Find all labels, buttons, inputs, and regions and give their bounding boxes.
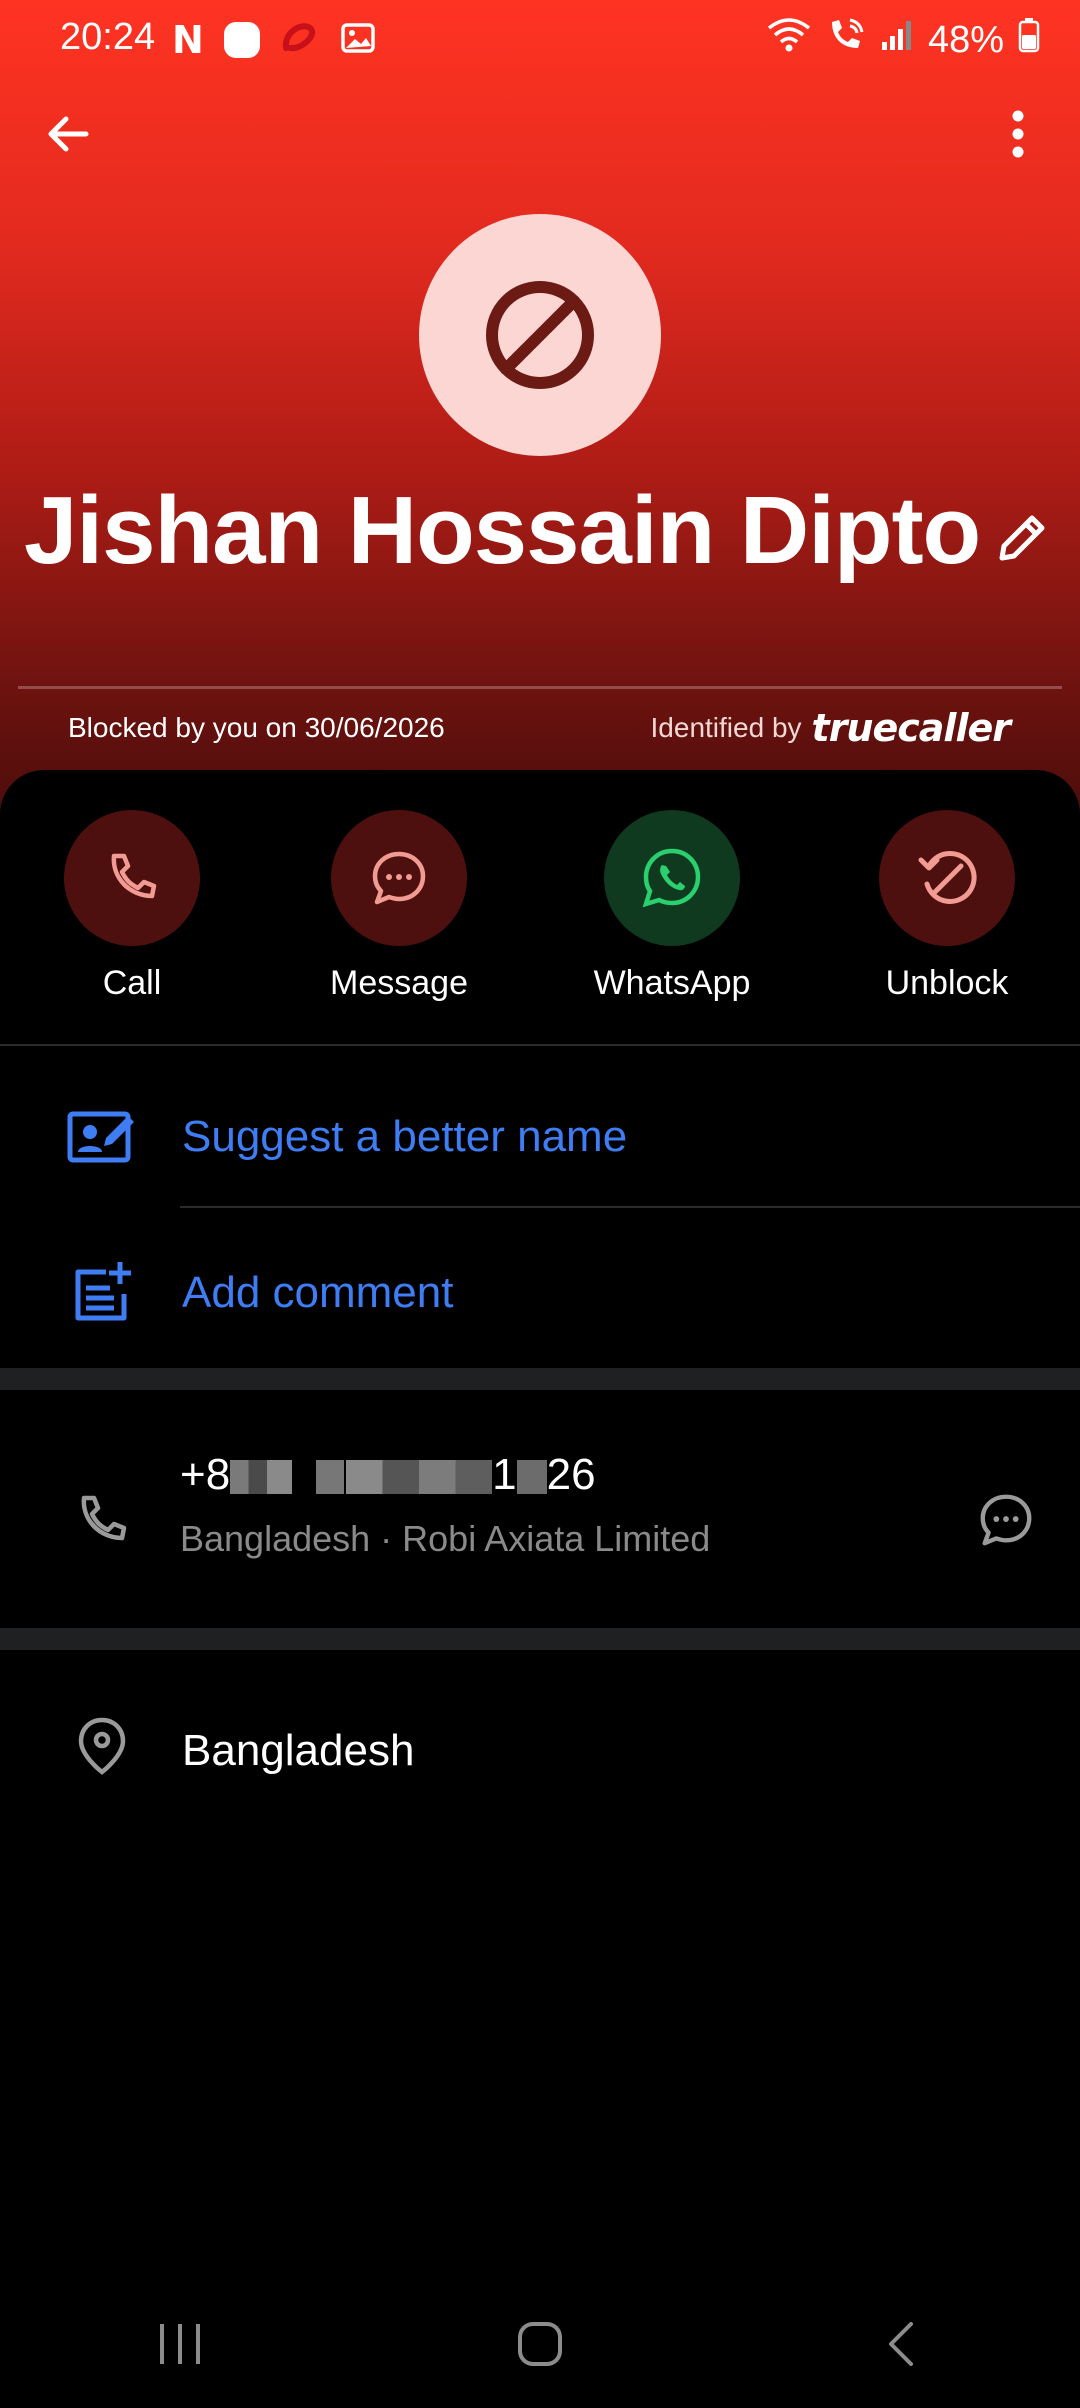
contact-details-sheet: Call Message WhatsApp Unblock Suggest a … [0, 770, 1080, 2408]
redacted-digits [230, 1460, 293, 1495]
message-action-circle[interactable] [331, 810, 467, 946]
whatsapp-action-circle[interactable] [604, 810, 740, 946]
airtel-icon [280, 20, 320, 61]
phone-row[interactable]: +8 1 26 Bangladesh · Robi Axiata Limited [0, 1450, 1080, 1600]
contact-card-edit-icon [67, 1111, 134, 1163]
blocked-info: Blocked by you on 30/06/2026 [68, 712, 445, 743]
back-nav-button[interactable] [840, 2294, 960, 2394]
call-action[interactable]: Call [22, 810, 242, 1003]
location-text: Bangladesh [182, 1726, 415, 1775]
notification-icons: N [172, 18, 376, 62]
add-comment-row[interactable]: Add comment [0, 1226, 1080, 1356]
location-row: Bangladesh [0, 1696, 1080, 1816]
phone-icon [111, 853, 157, 899]
status-time: 20:24 [60, 16, 156, 58]
phone-number[interactable]: +8 1 26 [180, 1450, 596, 1500]
phone-number-suffix: 26 [546, 1450, 596, 1499]
wifi-icon [766, 16, 812, 64]
phone-number-middle: 1 [492, 1450, 517, 1499]
unblock-action[interactable]: Unblock [837, 810, 1057, 1003]
message-label: Message [330, 964, 468, 1002]
actions-divider [0, 1044, 1080, 1046]
back-arrow-icon [48, 116, 89, 152]
recents-icon [160, 2324, 200, 2364]
name-row: Jishan Hossain Dipto [0, 470, 1080, 600]
wifi-call-icon [826, 16, 866, 64]
send-message-button[interactable] [966, 1480, 1046, 1560]
chat-bubble-icon [980, 1494, 1032, 1546]
battery-text: 48% [927, 18, 1004, 61]
whatsapp-action[interactable]: WhatsApp [562, 810, 782, 1003]
carrier-info: Bangladesh · Robi Axiata Limited [180, 1518, 711, 1559]
identified-by: Identified by truecaller [650, 706, 1011, 750]
location-pin-icon [78, 1717, 126, 1775]
header-divider [18, 686, 1062, 689]
whatsapp-icon [642, 848, 701, 908]
redacted-digits [516, 1460, 547, 1495]
unblock-label: Unblock [885, 964, 1009, 1002]
pencil-icon [999, 515, 1045, 561]
more-vert-icon [1012, 110, 1024, 158]
action-row: Call Message WhatsApp Unblock [0, 810, 1080, 1003]
redacted-digits [346, 1460, 493, 1495]
phone-number-prefix: +8 [180, 1450, 231, 1499]
home-icon [518, 2322, 562, 2366]
back-chevron-icon [889, 2322, 913, 2366]
unblock-icon [918, 851, 977, 904]
more-options-button[interactable] [978, 94, 1058, 174]
add-comment-icon-wrap [62, 1252, 142, 1332]
redacted-digits [316, 1460, 345, 1495]
truecaller-logo: truecaller [811, 706, 1011, 750]
signal-icon [880, 18, 914, 62]
contact-name: Jishan Hossain Dipto [24, 477, 981, 584]
edit-name-button[interactable] [990, 506, 1054, 570]
circle-app-icon [223, 22, 260, 58]
status-bar: 20:24 N 48% [0, 0, 1080, 74]
phone-row-icon-wrap [62, 1480, 142, 1560]
whatsapp-label: WhatsApp [593, 964, 751, 1002]
suggest-name-icon-wrap [62, 1096, 142, 1176]
netflix-icon: N [172, 18, 204, 62]
gallery-icon [340, 20, 376, 61]
location-icon-wrap [62, 1706, 142, 1786]
note-add-icon [75, 1262, 131, 1321]
options-divider [180, 1206, 1080, 1208]
add-comment-label: Add comment [182, 1268, 454, 1317]
chat-bubble-icon [372, 851, 426, 905]
suggest-name-label: Suggest a better name [182, 1112, 628, 1161]
contact-header: 20:24 N 48% Jishan Hossain Dipto Blocked… [0, 0, 1080, 820]
unblock-action-circle[interactable] [879, 810, 1015, 946]
section-divider [0, 1628, 1080, 1650]
battery-icon [1018, 17, 1040, 63]
home-button[interactable] [480, 2294, 600, 2394]
identified-by-label: Identified by [650, 712, 802, 743]
call-action-circle[interactable] [64, 810, 200, 946]
message-action[interactable]: Message [289, 810, 509, 1003]
suggest-name-row[interactable]: Suggest a better name [0, 1070, 1080, 1200]
section-divider [0, 1368, 1080, 1390]
back-button[interactable] [28, 94, 108, 174]
navigation-bar [0, 2280, 1080, 2408]
status-right: 48% [766, 16, 1040, 64]
blocked-avatar [419, 214, 661, 456]
recents-button[interactable] [120, 2294, 240, 2394]
call-label: Call [102, 964, 162, 1002]
block-icon [486, 281, 594, 389]
phone-icon [81, 1495, 127, 1541]
